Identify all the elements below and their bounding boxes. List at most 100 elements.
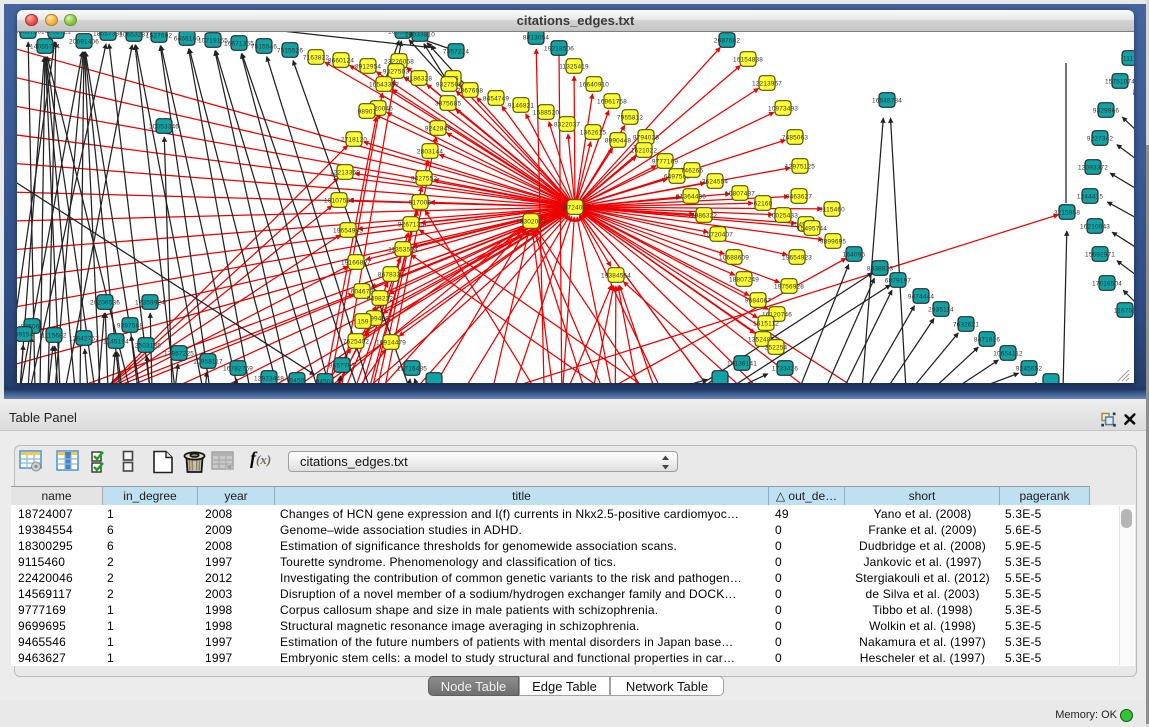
svg-text:7986322: 7986322 [691,213,718,220]
svg-text:15716485: 15716485 [397,366,427,373]
svg-text:8035736: 8035736 [17,32,41,36]
svg-text:8322037: 8322037 [554,122,581,129]
svg-text:20053346: 20053346 [149,124,179,131]
svg-text:9684067: 9684067 [745,298,772,305]
svg-text:14136141: 14136141 [727,361,757,368]
svg-text:9329966: 9329966 [1093,108,1120,115]
svg-text:10107553: 10107553 [324,198,354,205]
svg-text:2718120: 2718120 [341,137,368,144]
svg-text:9463627: 9463627 [786,194,813,201]
svg-text:39154: 39154 [17,332,34,339]
svg-text:8938923: 8938923 [867,266,894,273]
svg-text:8454749: 8454749 [483,96,510,103]
svg-text:18302023: 18302023 [516,219,546,226]
svg-text:2087682: 2087682 [714,38,741,45]
svg-text:19166827: 19166827 [341,260,371,267]
svg-text:252254: 252254 [765,345,788,352]
svg-text:9777169: 9777169 [652,159,679,166]
svg-text:8471626: 8471626 [974,337,1001,344]
svg-text:10958117: 10958117 [193,359,223,366]
svg-text:159: 159 [357,319,369,326]
svg-text:21364436: 21364436 [676,194,706,201]
svg-text:9115460: 9115460 [819,207,845,214]
svg-text:1117: 1117 [1123,56,1134,63]
svg-text:8498222: 8498222 [367,296,394,303]
svg-text:16914479: 16914479 [376,340,406,347]
svg-text:16671355: 16671355 [224,41,254,48]
svg-text:11353594: 11353594 [388,247,418,254]
svg-text:10025433: 10025433 [768,213,798,220]
svg-text:9327503: 9327503 [383,69,410,76]
svg-text:9397588: 9397588 [117,323,144,330]
svg-text:20691406: 20691406 [69,39,99,46]
svg-text:16648784: 16648784 [872,98,902,105]
svg-text:1615112: 1615112 [753,321,779,328]
svg-text:6466160: 6466160 [174,36,201,43]
svg-text:9242848: 9242848 [425,126,452,133]
svg-text:9474444: 9474444 [908,294,935,301]
svg-text:7357224: 7357224 [443,49,470,56]
svg-text:7515546: 7515546 [251,44,278,51]
svg-text:19384554: 19384554 [601,273,631,280]
svg-text:12213369: 12213369 [330,170,360,177]
svg-text:12093372: 12093372 [1078,165,1108,172]
svg-text:8186328: 8186328 [406,76,433,83]
svg-text:18807249: 18807249 [729,277,759,284]
svg-text:8990448: 8990448 [605,138,632,145]
svg-text:9245652: 9245652 [1016,366,1043,373]
svg-text:62160: 62160 [754,201,773,208]
svg-text:1621022: 1621022 [631,148,658,155]
svg-text:18724007: 18724007 [560,205,590,212]
svg-text:20206536: 20206536 [90,300,120,307]
svg-text:10688609: 10688609 [719,255,749,262]
svg-text:2867608: 2867608 [457,88,484,95]
svg-text:9657791: 9657791 [329,363,356,370]
svg-text:9794028: 9794028 [633,135,660,142]
svg-text:116753: 116753 [1114,308,1134,315]
svg-text:10654112: 10654112 [993,351,1023,358]
svg-text:9450: 9450 [289,378,304,384]
svg-text:7515526: 7515526 [277,48,304,55]
svg-text:16543382: 16543382 [369,82,399,89]
svg-text:14055721: 14055721 [41,32,71,36]
svg-text:17957225: 17957225 [164,351,194,358]
svg-text:10973493: 10973493 [768,106,798,113]
svg-text:19756928: 19756928 [774,284,804,291]
svg-text:164095: 164095 [843,252,866,259]
svg-text:8267130: 8267130 [398,222,425,229]
svg-text:12942757: 12942757 [69,336,99,343]
svg-text:6879197: 6879197 [885,278,912,285]
svg-text:16210643: 16210643 [1080,224,1110,231]
svg-text:12923448: 12923448 [254,376,284,383]
svg-text:15692971: 15692971 [1085,252,1115,259]
svg-text:9227342: 9227342 [1087,136,1114,143]
svg-text:3215958: 3215958 [1054,210,1081,217]
svg-text:2803144: 2803144 [417,149,444,156]
svg-text:12503135: 12503135 [131,343,161,350]
svg-text:11325419: 11325419 [559,64,589,71]
svg-text:12975125: 12975125 [785,164,815,171]
svg-text:12213967: 12213967 [752,81,782,88]
svg-text:7485063: 7485063 [782,135,809,142]
svg-text:9146821: 9146821 [508,103,535,110]
svg-text:8813054: 8813054 [523,35,550,42]
svg-text:15751074: 15751074 [1105,79,1134,86]
svg-text:1527602: 1527602 [146,33,173,40]
svg-text:16640910: 16640910 [579,82,609,89]
svg-text:16154838: 16154838 [733,57,763,64]
svg-text:7955812: 7955812 [617,115,644,122]
svg-text:9427552: 9427552 [411,176,438,183]
svg-text:3875685: 3875685 [435,101,462,108]
svg-text:94504: 94504 [316,379,335,384]
svg-text:7625402: 7625402 [343,339,370,346]
svg-text:1588520: 1588520 [533,110,560,117]
svg-text:2935114: 2935114 [928,307,954,314]
svg-text:10653287: 10653287 [119,32,149,39]
svg-text:7632621: 7632621 [953,322,980,329]
svg-text:1244415: 1244415 [1077,194,1104,201]
svg-text:10807487: 10807487 [725,191,755,198]
svg-text:8660124: 8660124 [328,58,355,65]
svg-text:1145194: 1145194 [103,339,129,346]
svg-text:16033810: 16033810 [405,32,435,39]
svg-text:1733426: 1733426 [772,366,799,373]
